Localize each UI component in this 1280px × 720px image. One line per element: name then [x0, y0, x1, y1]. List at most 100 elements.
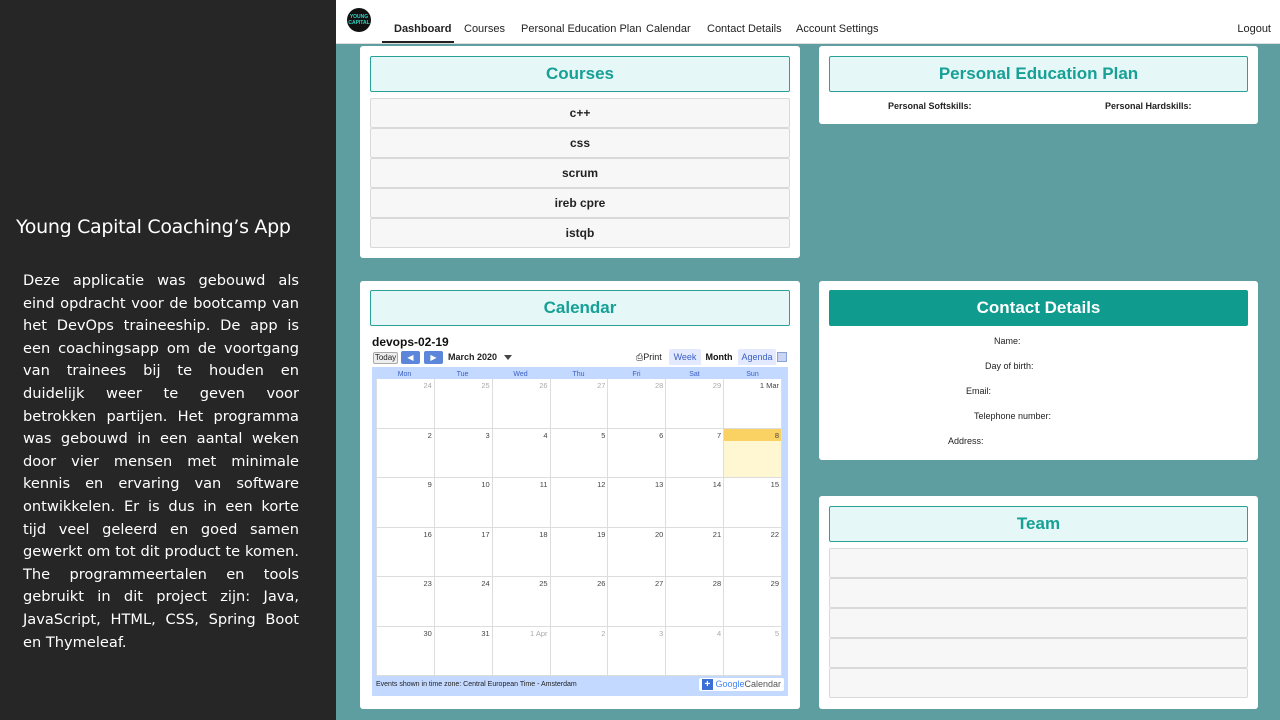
calendar-day-cell[interactable]: 31	[434, 626, 493, 676]
calendar-day-cell[interactable]: 30	[377, 626, 435, 676]
calendar-day-cell[interactable]: 4	[492, 428, 551, 478]
calendar-day-cell[interactable]: 3	[434, 428, 493, 478]
course-item[interactable]: scrum	[370, 158, 790, 188]
calendar-day-cell[interactable]: 9	[377, 478, 435, 528]
course-item[interactable]: istqb	[370, 218, 790, 248]
day-header: Tue	[456, 371, 469, 378]
calendar-day-cell[interactable]: 24	[434, 577, 493, 627]
calendar-day-cell[interactable]: 19	[550, 527, 609, 577]
calendar-day-cell[interactable]: 10	[434, 478, 493, 528]
calendar-card: Calendar devops-02-19 Today ◀ ▶ March 20…	[360, 281, 800, 709]
team-member-row[interactable]	[829, 578, 1248, 608]
nav-dashboard[interactable]: Dashboard	[394, 23, 451, 35]
calendar-day-cell[interactable]: 26	[492, 379, 551, 429]
calendar-day-cell[interactable]: 22	[724, 527, 782, 577]
pep-card: Personal Education Plan Personal Softski…	[819, 46, 1258, 124]
course-item[interactable]: ireb cpre	[370, 188, 790, 218]
print-button[interactable]: ⎙Print	[636, 352, 662, 363]
calendar-day-cell[interactable]: 24	[377, 379, 435, 429]
next-month-button[interactable]: ▶	[424, 351, 443, 364]
courses-header: Courses	[370, 56, 790, 92]
timezone-note: Events shown in time zone: Central Europ…	[376, 681, 577, 688]
calendar-day-cell[interactable]: 3	[608, 626, 667, 676]
calendar-day-cell[interactable]: 26	[550, 577, 609, 627]
prev-month-button[interactable]: ◀	[401, 351, 420, 364]
day-number: 24	[481, 579, 490, 588]
nav-courses[interactable]: Courses	[464, 23, 505, 35]
calendar-day-cell[interactable]: 7	[666, 428, 725, 478]
calendar-day-cell[interactable]: 28	[666, 577, 725, 627]
day-number: 24	[423, 381, 432, 390]
calendar-day-cell[interactable]: 5	[550, 428, 609, 478]
calendar-day-cell[interactable]: 16	[377, 527, 435, 577]
calendar-day-cell[interactable]: 27	[550, 379, 609, 429]
day-number: 5	[774, 628, 779, 638]
calendar-day-cell[interactable]: 6	[608, 428, 667, 478]
today-highlight	[724, 428, 781, 441]
softskills-label: Personal Softskills:	[888, 101, 972, 111]
day-number: 6	[659, 430, 664, 440]
calendar-day-cell[interactable]: 14	[666, 478, 725, 528]
course-item[interactable]: css	[370, 128, 790, 158]
day-header: Sun	[746, 371, 759, 378]
day-number: 14	[712, 480, 722, 489]
calendar-day-cell[interactable]: 28	[608, 379, 667, 429]
calendar-day-cell[interactable]: 29	[666, 379, 725, 429]
logo-text: YOUNG CAPITAL	[348, 14, 370, 26]
email-label: Email:	[966, 386, 992, 396]
view-tab-agenda[interactable]: Agenda	[738, 349, 776, 365]
calendar-day-cell[interactable]: 25	[492, 577, 551, 627]
day-header: Mon	[397, 371, 412, 378]
day-header: Wed	[513, 371, 528, 378]
calendar-day-cell[interactable]: 13	[608, 478, 667, 528]
today-button[interactable]: Today	[373, 352, 398, 364]
nav-personal-education-plan[interactable]: Personal Education Plan	[521, 23, 641, 35]
calendar-day-cell[interactable]: 4	[666, 626, 725, 676]
agenda-dropdown-icon[interactable]	[777, 352, 787, 362]
team-member-row[interactable]	[829, 668, 1248, 698]
calendar-day-cell[interactable]: 29	[724, 577, 782, 627]
calendar-today-cell[interactable]: 8	[724, 428, 782, 478]
calendar-day-cell[interactable]: 11	[492, 478, 551, 528]
calendar-day-cell[interactable]: 2	[377, 428, 435, 478]
view-tab-week[interactable]: Week	[669, 349, 701, 365]
calendar-day-cell[interactable]: 12	[550, 478, 609, 528]
nav-account-settings[interactable]: Account Settings	[796, 23, 879, 35]
calendar-day-cell[interactable]: 25	[434, 379, 493, 429]
calendar-name: devops-02-19	[372, 335, 449, 349]
day-header: Sat	[689, 371, 700, 378]
view-tab-month[interactable]: Month	[702, 349, 736, 365]
contact-header: Contact Details	[829, 290, 1248, 326]
team-member-row[interactable]	[829, 608, 1248, 638]
team-member-row[interactable]	[829, 548, 1248, 578]
calendar-day-cell[interactable]: 27	[608, 577, 667, 627]
calendar-day-cell[interactable]: 23	[377, 577, 435, 627]
contact-card: Contact Details Name: Day of birth: Emai…	[819, 281, 1258, 460]
nav-contact-details[interactable]: Contact Details	[707, 23, 782, 35]
google-calendar-button[interactable]: + GoogleCalendar	[698, 678, 784, 692]
nav-calendar[interactable]: Calendar	[646, 23, 691, 35]
day-number: 4	[716, 628, 722, 638]
calendar-day-cell[interactable]: 15	[724, 478, 782, 528]
calendar-day-cell[interactable]: 20	[608, 527, 667, 577]
calendar-day-cell[interactable]: 18	[492, 527, 551, 577]
pep-header: Personal Education Plan	[829, 56, 1248, 92]
calendar-day-cell[interactable]: 1 Mar	[724, 379, 782, 429]
calendar-day-cell[interactable]: 21	[666, 527, 725, 577]
month-dropdown-icon[interactable]	[504, 355, 512, 360]
day-number: 20	[654, 529, 664, 539]
calendar-day-cell[interactable]: 1 Apr	[492, 626, 551, 676]
course-item[interactable]: c++	[370, 98, 790, 128]
day-number: 10	[481, 480, 490, 489]
logout-link[interactable]: Logout	[1237, 23, 1271, 35]
calendar-day-cell[interactable]: 5	[724, 626, 782, 676]
google-calendar-logo: GoogleCalendar	[715, 679, 781, 689]
calendar-cells: 24 25 26 27 28 29 1 Mar 2 3 4 5 6 7 8 9 …	[376, 379, 782, 676]
day-number: 25	[539, 579, 548, 588]
team-member-row[interactable]	[829, 638, 1248, 668]
calendar-day-cell[interactable]: 17	[434, 527, 493, 577]
day-number: 4	[543, 430, 548, 440]
young-capital-logo[interactable]: YOUNG CAPITAL	[347, 8, 371, 32]
day-number: 15	[770, 480, 779, 489]
calendar-day-cell[interactable]: 2	[550, 626, 609, 676]
